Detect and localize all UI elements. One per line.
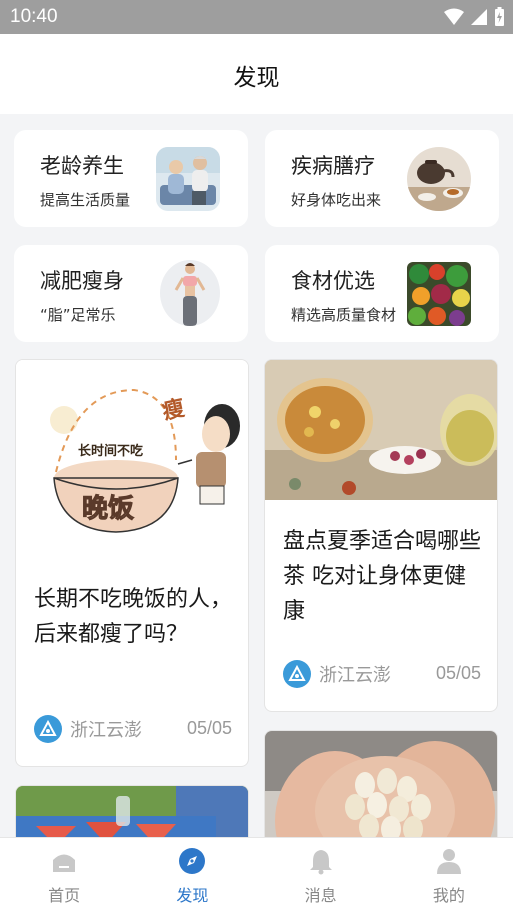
source-name: 浙江云澎 <box>319 665 391 686</box>
bottom-nav: 首页 发现 消息 我的 <box>0 837 513 912</box>
status-bar: 10:40 <box>0 0 513 34</box>
nav-item-messages[interactable]: 消息 <box>257 838 385 912</box>
category-title: 食材优选 <box>291 269 375 293</box>
home-icon <box>53 854 76 872</box>
slim-woman-image <box>160 260 220 326</box>
category-title: 老龄养生 <box>40 154 124 178</box>
nav-label: 首页 <box>48 886 81 905</box>
nav-item-profile[interactable]: 我的 <box>385 838 513 912</box>
elderly-couple-image <box>156 147 220 211</box>
article-date: 05/05 <box>186 718 232 738</box>
status-time: 10:40 <box>10 6 58 27</box>
compass-icon <box>179 848 206 874</box>
tea-cups-image <box>265 360 497 500</box>
category-card-diet-therapy[interactable]: 疾病膳疗 好身体吃出来 <box>265 130 499 227</box>
category-card-weight-loss[interactable]: 减肥瘦身 “脂”足常乐 <box>14 245 248 342</box>
article-title: 长期不吃晚饭的人，后来都瘦了吗？ <box>34 587 233 647</box>
category-subtitle: 好身体吃出来 <box>291 191 382 209</box>
nav-item-discover[interactable]: 发现 <box>128 838 256 912</box>
article-source: 浙江云澎 <box>34 715 142 743</box>
article-card[interactable]: 长时间不吃 晚饭 瘦 长期不吃晚饭的人，后来都瘦了吗？ 浙江云澎 05/05 <box>15 359 249 767</box>
article-illustration: 长时间不吃 晚饭 瘦 <box>16 360 248 560</box>
tea-set-image <box>407 147 471 211</box>
illustration-bowl-text: 晚饭 <box>81 494 135 525</box>
category-card-elderly-care[interactable]: 老龄养生 提高生活质量 <box>14 130 248 227</box>
article-source: 浙江云澎 <box>283 660 391 688</box>
nav-label: 我的 <box>432 886 465 905</box>
status-icons <box>444 7 505 27</box>
category-title: 减肥瘦身 <box>40 269 124 293</box>
vegetables-image <box>407 262 471 326</box>
category-subtitle: “脂”足常乐 <box>40 306 116 324</box>
article-date: 05/05 <box>435 663 481 683</box>
nav-label: 消息 <box>304 886 337 905</box>
category-subtitle: 提高生活质量 <box>40 191 131 209</box>
source-logo-icon <box>34 715 62 743</box>
header: 发现 <box>0 34 513 114</box>
article-card[interactable]: 盘点夏季适合喝哪些茶 吃对让身体更健康 浙江云澎 05/05 <box>264 359 498 712</box>
category-title: 疾病膳疗 <box>291 154 375 178</box>
source-logo-icon <box>283 660 311 688</box>
page-title: 发现 <box>233 65 280 91</box>
bell-icon <box>309 850 332 875</box>
battery-icon <box>495 7 504 26</box>
wifi-icon <box>444 8 464 25</box>
signal-icon <box>471 9 487 25</box>
article-title: 盘点夏季适合喝哪些茶 吃对让身体更健康 <box>283 529 482 624</box>
illustration-bubble-text: 长时间不吃 <box>78 444 144 459</box>
user-icon <box>436 849 461 874</box>
category-card-ingredients[interactable]: 食材优选 精选高质量食材 <box>265 245 499 342</box>
nav-item-home[interactable]: 首页 <box>0 838 128 912</box>
nav-label: 发现 <box>176 886 209 905</box>
source-name: 浙江云澎 <box>70 720 142 741</box>
category-subtitle: 精选高质量食材 <box>291 306 397 324</box>
